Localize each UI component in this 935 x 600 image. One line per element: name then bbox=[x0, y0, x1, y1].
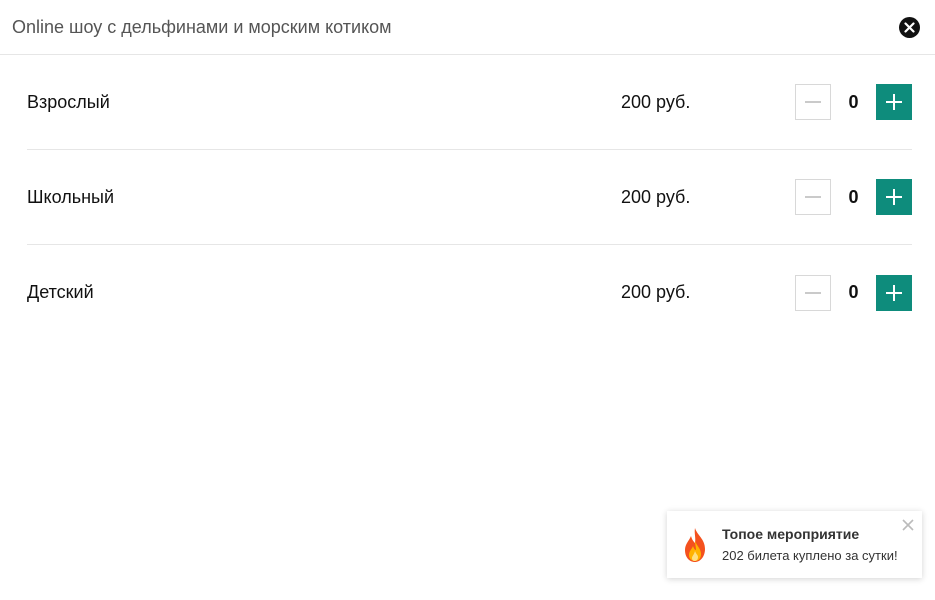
ticket-label: Детский bbox=[27, 282, 94, 302]
ticket-row-school: Школьный 200 руб. 0 bbox=[27, 150, 912, 245]
quantity-value: 0 bbox=[848, 91, 859, 112]
ticket-label: Школьный bbox=[27, 186, 115, 207]
toast-text: Топое мероприятие 202 билета куплено за … bbox=[722, 526, 898, 563]
close-icon bbox=[904, 21, 915, 33]
quantity-value: 0 bbox=[848, 186, 859, 207]
quantity-stepper: 0 bbox=[795, 84, 912, 120]
ticket-price: 200 руб. bbox=[621, 186, 691, 207]
decrement-button[interactable] bbox=[795, 84, 831, 120]
increment-button[interactable] bbox=[876, 274, 912, 311]
minus-icon bbox=[805, 291, 821, 294]
page-title: Online шоу с дельфинами и морским котико… bbox=[12, 16, 392, 37]
ticket-price: 200 руб. bbox=[621, 282, 691, 302]
quantity-stepper: 0 bbox=[795, 179, 912, 215]
ticket-modal: Online шоу с дельфинами и морским котико… bbox=[0, 0, 935, 600]
toast-title: Топое мероприятие bbox=[722, 526, 860, 542]
plus-icon bbox=[886, 94, 902, 110]
toast-close-button[interactable] bbox=[902, 518, 914, 536]
plus-icon bbox=[886, 189, 902, 205]
decrement-button[interactable] bbox=[795, 274, 831, 311]
toast-body: 202 билета куплено за сутки! bbox=[722, 548, 898, 563]
minus-icon bbox=[805, 101, 821, 103]
notification-toast: Топое мероприятие 202 билета куплено за … bbox=[667, 511, 922, 578]
ticket-label: Взрослый bbox=[27, 91, 110, 112]
quantity-stepper: 0 bbox=[795, 274, 912, 311]
minus-icon bbox=[805, 196, 821, 198]
decrement-button[interactable] bbox=[795, 179, 831, 215]
fire-icon bbox=[667, 527, 722, 563]
close-icon bbox=[902, 519, 914, 531]
increment-button[interactable] bbox=[876, 179, 912, 215]
quantity-value: 0 bbox=[848, 282, 859, 302]
plus-icon bbox=[886, 284, 902, 301]
modal-header: Online шоу с дельфинами и морским котико… bbox=[0, 0, 935, 55]
ticket-price: 200 руб. bbox=[621, 91, 691, 112]
increment-button[interactable] bbox=[876, 84, 912, 120]
close-button[interactable] bbox=[899, 16, 920, 38]
ticket-row-adult: Взрослый 200 руб. 0 bbox=[27, 55, 912, 150]
ticket-row-child: Детский 200 руб. 0 bbox=[27, 245, 912, 340]
ticket-list: Взрослый 200 руб. 0 Школьный 200 руб. 0 bbox=[0, 55, 935, 340]
